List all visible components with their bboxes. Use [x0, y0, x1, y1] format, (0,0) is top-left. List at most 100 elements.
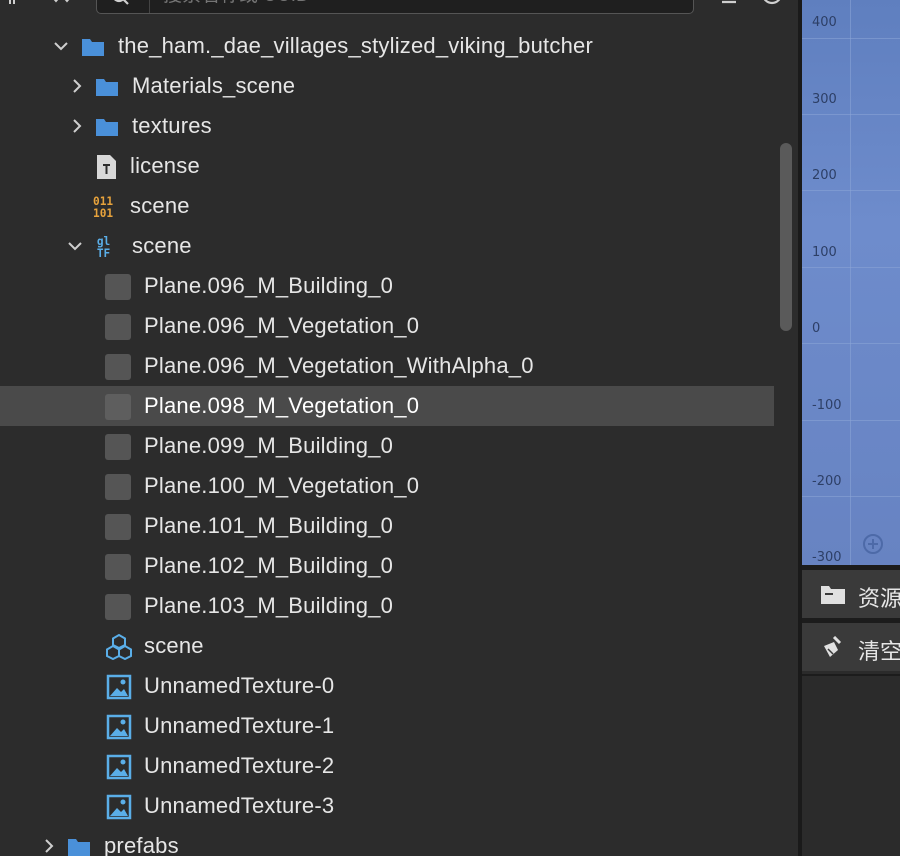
mesh-thumbnail-icon [105, 434, 131, 460]
search-input[interactable] [163, 0, 683, 9]
svg-text:101: 101 [93, 207, 113, 220]
console-area [802, 674, 900, 856]
grid-line [802, 114, 900, 115]
tree-item-label: prefabs [104, 833, 179, 856]
tree-item-textures-folder[interactable]: textures [0, 106, 774, 146]
assets-button[interactable]: 资源 [802, 570, 900, 618]
axis-tick-label: 400 [812, 15, 837, 30]
tree-item-mesh[interactable]: Plane.102_M_Building_0 [0, 546, 774, 586]
svg-text:011: 011 [93, 195, 113, 208]
axis-tick-label: 300 [812, 92, 837, 107]
tree-item-mesh-selected[interactable]: Plane.098_M_Vegetation_0 [0, 386, 774, 426]
tree-item-binary-scene[interactable]: 011 101 scene [0, 186, 774, 226]
tree-item-mesh[interactable]: Plane.096_M_Vegetation_0 [0, 306, 774, 346]
search-divider [149, 0, 150, 13]
tree-item-label: textures [132, 113, 212, 138]
mesh-thumbnail-icon [105, 474, 131, 500]
refresh-icon[interactable] [760, 0, 782, 10]
grid-line [802, 420, 900, 421]
tree-item-license[interactable]: license [0, 146, 774, 186]
tree-item-texture[interactable]: UnnamedTexture-3 [0, 786, 774, 826]
tree-item-prefabs-folder[interactable]: prefabs [0, 826, 774, 856]
asset-toolbar [0, 0, 798, 20]
tree-item-mesh[interactable]: Plane.099_M_Building_0 [0, 426, 774, 466]
tree-item-label: scene [130, 193, 190, 218]
broom-icon [824, 636, 842, 657]
tree-item-label: Plane.096_M_Building_0 [144, 273, 394, 298]
folder-icon [821, 586, 845, 604]
mesh-thumbnail-icon [105, 514, 131, 540]
mesh-thumbnail-icon [105, 354, 131, 380]
tree-item-gltf-scene[interactable]: gl TF scene [0, 226, 774, 266]
chevron-right-icon[interactable] [68, 117, 86, 135]
mesh-thumbnail-icon [105, 394, 131, 420]
grid-line [802, 190, 900, 191]
chevron-down-icon[interactable] [66, 237, 84, 255]
axis-tick-label: 200 [812, 168, 837, 183]
clear-label: 清空 [858, 640, 900, 665]
scene-viewport[interactable]: 400 300 200 100 0 -100 -200 -300 [802, 0, 900, 565]
image-icon [106, 714, 132, 740]
axis-tick-label: 0 [812, 321, 821, 336]
tree-item-mesh[interactable]: Plane.101_M_Building_0 [0, 506, 774, 546]
collapse-all-icon[interactable] [6, 0, 28, 10]
axis-tick-label: -300 [812, 550, 842, 565]
tree-item-materials-folder[interactable]: Materials_scene [0, 66, 774, 106]
image-icon [106, 794, 132, 820]
tree-item-label: UnnamedTexture-1 [144, 713, 335, 738]
tree-item-label: the_ham._dae_villages_stylized_viking_bu… [118, 33, 593, 58]
list-view-icon[interactable] [712, 0, 736, 10]
tree-item-mesh[interactable]: Plane.096_M_Vegetation_WithAlpha_0 [0, 346, 774, 386]
tree-item-label: license [130, 153, 200, 178]
tree-item-label: Plane.099_M_Building_0 [144, 433, 394, 458]
chevron-down-icon[interactable] [52, 37, 70, 55]
tree-item-label: scene [132, 233, 192, 258]
tree-item-label: Plane.096_M_Vegetation_0 [144, 313, 420, 338]
tree-item-label: Plane.101_M_Building_0 [144, 513, 394, 538]
grid-line [802, 343, 900, 344]
mesh-thumbnail-icon [105, 274, 131, 300]
svg-text:gl: gl [97, 235, 110, 248]
image-icon [106, 754, 132, 780]
chevron-right-icon[interactable] [40, 837, 58, 855]
mesh-thumbnail-icon [105, 554, 131, 580]
grid-line [802, 496, 900, 497]
tree-item-texture[interactable]: UnnamedTexture-0 [0, 666, 774, 706]
tree-item-label: Materials_scene [132, 73, 296, 98]
folder-icon [96, 119, 118, 136]
prefab-cubes-icon [106, 634, 132, 660]
image-icon [106, 674, 132, 700]
tree-item-prefab-scene[interactable]: scene [0, 626, 774, 666]
tree-item-texture[interactable]: UnnamedTexture-1 [0, 706, 774, 746]
chevron-right-icon[interactable] [68, 77, 86, 95]
tree-item-label: UnnamedTexture-3 [144, 793, 335, 818]
tree-item-label: Plane.096_M_Vegetation_WithAlpha_0 [144, 353, 534, 378]
tree-item-label: UnnamedTexture-0 [144, 673, 335, 698]
clear-button[interactable]: 清空 [802, 623, 900, 671]
scrollbar-thumb[interactable] [780, 143, 792, 331]
scene-gizmo-icon[interactable] [860, 532, 886, 556]
grid-line [802, 38, 900, 39]
axis-tick-label: -200 [812, 474, 842, 489]
svg-text:TF: TF [97, 247, 111, 260]
search-box[interactable] [96, 0, 694, 14]
tree-item-label: scene [144, 633, 204, 658]
tree-item-root-folder[interactable]: the_ham._dae_villages_stylized_viking_bu… [0, 26, 774, 66]
tree-item-mesh[interactable]: Plane.100_M_Vegetation_0 [0, 466, 774, 506]
sort-icon[interactable] [48, 0, 70, 10]
folder-icon [96, 79, 118, 96]
tree-item-label: Plane.098_M_Vegetation_0 [144, 393, 420, 418]
grid-line [850, 0, 851, 565]
grid-line [802, 267, 900, 268]
binary-file-icon: 011 101 [93, 195, 113, 220]
folder-icon [82, 39, 104, 56]
tree-item-mesh[interactable]: Plane.103_M_Building_0 [0, 586, 774, 626]
tree-item-label: UnnamedTexture-2 [144, 753, 335, 778]
mesh-thumbnail-icon [105, 314, 131, 340]
tree-item-mesh[interactable]: Plane.096_M_Building_0 [0, 266, 774, 306]
assets-label: 资源 [858, 587, 900, 612]
tree-item-label: Plane.100_M_Vegetation_0 [144, 473, 420, 498]
search-icon [113, 0, 129, 5]
asset-tree: the_ham._dae_villages_stylized_viking_bu… [0, 26, 798, 856]
tree-item-texture[interactable]: UnnamedTexture-2 [0, 746, 774, 786]
